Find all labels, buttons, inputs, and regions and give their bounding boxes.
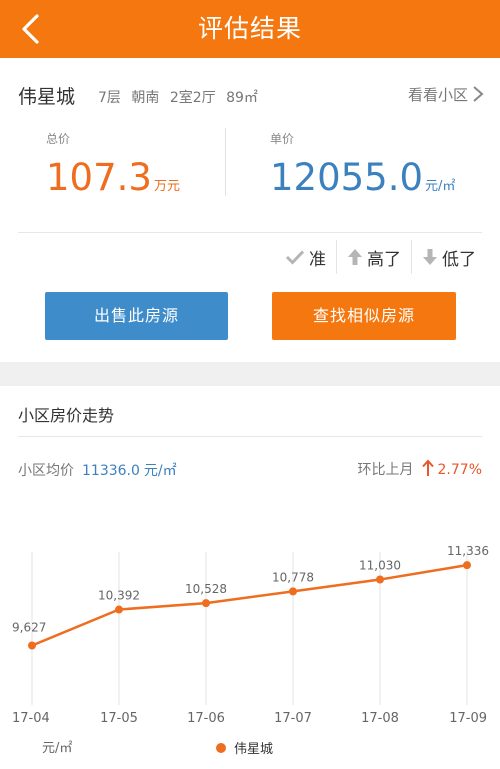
data-point xyxy=(115,605,123,614)
feedback-accurate-label: 准 xyxy=(309,249,326,270)
feedback-low-label: 低了 xyxy=(442,249,476,270)
trend-up-arrow-icon xyxy=(421,459,434,476)
unit-price-unit: 元/㎡ xyxy=(425,179,456,194)
estate-info-row: 伟星城 7层 朝南 2室2厅 89㎡ 看看小区 xyxy=(0,58,500,122)
divider xyxy=(18,436,482,437)
sell-property-button[interactable]: 出售此房源 xyxy=(45,292,228,340)
unit-price-value: 12055.0 xyxy=(270,156,424,199)
x-tick-label: 17-08 xyxy=(361,711,399,726)
feedback-high-label: 高了 xyxy=(367,249,401,270)
total-price-block: 总价 107.3 万元 xyxy=(46,130,180,196)
data-point xyxy=(202,599,210,608)
unit-price-label: 单价 xyxy=(270,132,295,146)
x-tick-label: 17-05 xyxy=(100,711,138,726)
month-over-month-row: 环比上月 2.77% xyxy=(358,459,482,479)
page-title: 评估结果 xyxy=(197,14,302,43)
arrow-down-icon xyxy=(423,249,437,265)
section-separator xyxy=(0,362,500,386)
data-label: 9,627 xyxy=(12,621,46,635)
data-label: 11,030 xyxy=(359,559,401,573)
chart-legend: 伟星城 xyxy=(216,738,273,757)
average-price-label: 小区均价 xyxy=(18,463,74,479)
average-price-unit: 元/㎡ xyxy=(143,463,177,479)
divider xyxy=(18,232,482,233)
total-price-unit: 万元 xyxy=(153,179,180,194)
data-label: 10,778 xyxy=(272,570,314,584)
check-icon xyxy=(285,250,305,265)
x-tick-label: 17-04 xyxy=(12,711,50,726)
feedback-accurate-button[interactable]: 准 xyxy=(275,240,336,274)
average-price-value: 11336.0 xyxy=(82,463,140,479)
data-label: 11,336 xyxy=(447,544,489,558)
total-price-value: 107.3 xyxy=(46,156,152,199)
find-similar-button[interactable]: 查找相似房源 xyxy=(272,292,456,340)
data-point xyxy=(376,575,384,584)
data-label: 10,392 xyxy=(98,589,140,603)
view-estate-link[interactable]: 看看小区 xyxy=(408,84,484,105)
mom-value: 2.77% xyxy=(437,462,482,478)
price-trend-chart: 9,627 10,392 10,528 10,778 11,030 11,336 17-04… xyxy=(12,544,489,726)
total-price-label: 总价 xyxy=(46,132,71,146)
estate-name: 伟星城 xyxy=(18,86,76,108)
data-point xyxy=(28,641,36,650)
trend-section-title: 小区房价走势 xyxy=(18,406,115,425)
feedback-low-button[interactable]: 低了 xyxy=(411,240,486,274)
average-price-row: 小区均价 11336.0 元/㎡ xyxy=(18,460,177,480)
feedback-high-button[interactable]: 高了 xyxy=(336,240,411,274)
feedback-group: 准 高了 低了 xyxy=(275,240,486,274)
legend-marker xyxy=(216,742,226,753)
area-text: 89㎡ xyxy=(226,90,258,106)
chevron-right-icon xyxy=(473,86,484,102)
app-header: 评估结果 xyxy=(0,0,500,58)
x-tick-label: 17-09 xyxy=(449,711,487,726)
estate-meta: 7层 朝南 2室2厅 89㎡ xyxy=(98,87,264,107)
x-tick-label: 17-07 xyxy=(274,711,312,726)
unit-price-block: 单价 12055.0 元/㎡ xyxy=(270,130,455,196)
arrow-up-icon xyxy=(348,249,362,265)
legend-label: 伟星城 xyxy=(234,742,274,757)
mom-label: 环比上月 xyxy=(357,462,414,478)
view-estate-label: 看看小区 xyxy=(407,86,468,104)
y-axis-unit: 元/㎡ xyxy=(42,741,73,756)
data-point xyxy=(289,587,297,596)
data-point xyxy=(463,561,471,570)
orientation-text: 朝南 xyxy=(131,90,160,106)
x-tick-label: 17-06 xyxy=(187,711,225,726)
data-label: 10,528 xyxy=(185,582,227,596)
layout-text: 2室2厅 xyxy=(169,90,216,106)
price-divider xyxy=(225,128,226,196)
floor-text: 7层 xyxy=(98,90,121,106)
series-line xyxy=(31,563,468,647)
